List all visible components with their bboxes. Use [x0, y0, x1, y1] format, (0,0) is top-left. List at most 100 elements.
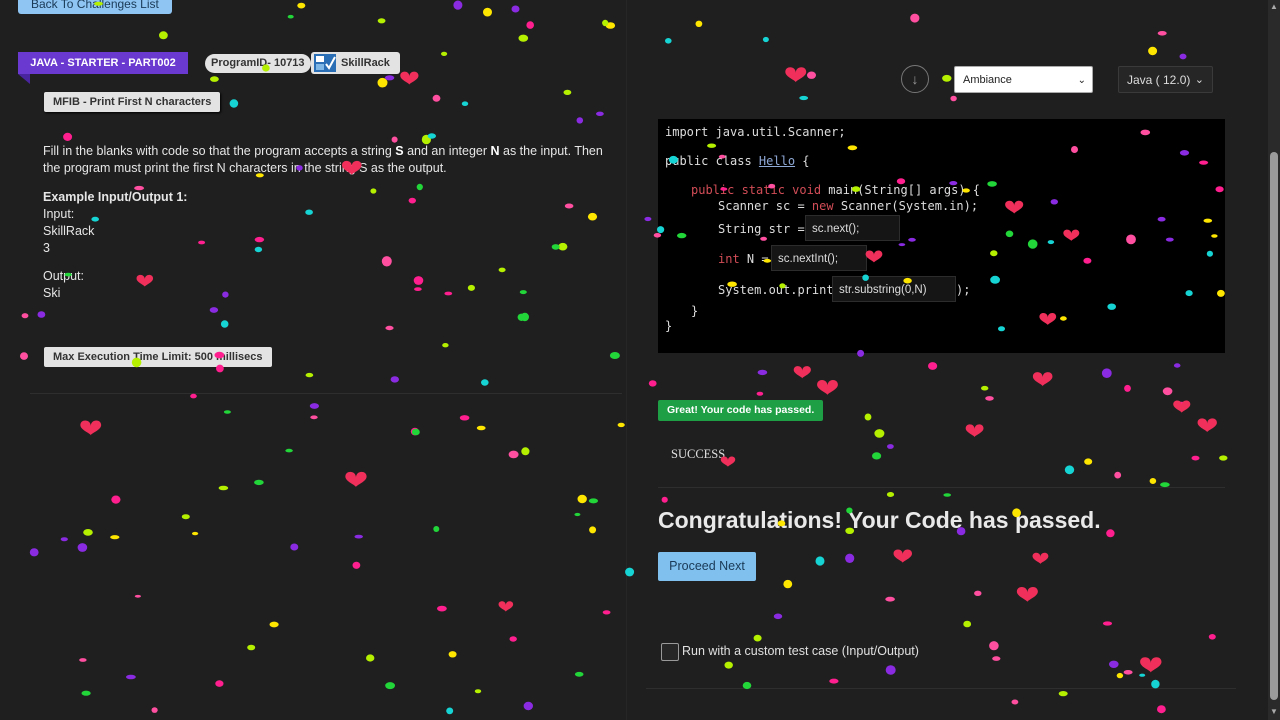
- confetti-dot: [310, 415, 318, 420]
- confetti-dot: [520, 312, 530, 322]
- confetti-dot: [1157, 31, 1167, 36]
- scroll-down-arrow-icon[interactable]: ▼: [1268, 707, 1280, 716]
- confetti-dot: [1148, 46, 1158, 56]
- confetti-dot: [521, 447, 530, 456]
- blank-input-1[interactable]: sc.next();: [805, 215, 900, 241]
- confetti-dot: [617, 422, 625, 428]
- track-ribbon: JAVA - STARTER - PART002: [18, 52, 188, 74]
- confetti-dot: [254, 479, 264, 486]
- confetti-dot: [247, 644, 256, 651]
- confetti-dot: [408, 197, 416, 204]
- confetti-dot: [1179, 53, 1187, 60]
- confetti-dot: [254, 246, 263, 253]
- confetti-dot: [943, 493, 951, 497]
- heart-icon: [1032, 372, 1053, 387]
- confetti-dot: [576, 117, 584, 124]
- custom-test-label[interactable]: Run with a custom test case (Input/Outpu…: [682, 644, 919, 658]
- confetti-dot: [83, 529, 93, 536]
- output-label: Output:: [43, 269, 84, 283]
- language-select[interactable]: Java ( 12.0) ⌄: [1118, 66, 1213, 93]
- confetti-dot: [1173, 363, 1181, 368]
- confetti-dot: [125, 674, 136, 680]
- confetti-dot: [992, 656, 1001, 661]
- heart-icon: [1140, 657, 1162, 673]
- confetti-dot: [885, 596, 895, 602]
- confetti-dot: [661, 496, 668, 503]
- confetti-dot: [370, 188, 377, 194]
- confetti-dot: [474, 689, 482, 694]
- confetti-dot: [518, 34, 529, 42]
- divider: [658, 487, 1225, 488]
- confetti-dot: [753, 634, 762, 642]
- confetti-dot: [845, 553, 855, 563]
- scrollbar-thumb[interactable]: [1270, 152, 1278, 700]
- code-line: Scanner sc = new Scanner(System.in);: [718, 199, 979, 213]
- confetti-dot: [111, 495, 121, 504]
- confetti-dot: [377, 77, 388, 88]
- heart-icon: [965, 424, 984, 438]
- confetti-dot: [29, 548, 39, 557]
- proceed-next-button[interactable]: Proceed Next: [658, 552, 756, 581]
- confetti-dot: [519, 290, 527, 295]
- confetti-dot: [385, 325, 394, 331]
- confetti-dot: [665, 38, 672, 44]
- confetti-dot: [648, 380, 657, 387]
- confetti-dot: [974, 590, 982, 596]
- custom-test-checkbox[interactable]: [661, 643, 679, 661]
- confetti-dot: [134, 594, 141, 598]
- code-line: );: [956, 283, 971, 297]
- confetti-dot: [1219, 455, 1228, 461]
- confetti-dot: [285, 448, 293, 453]
- problem-title: MFIB - Print First N characters: [44, 92, 221, 112]
- confetti-dot: [467, 284, 475, 291]
- confetti-dot: [352, 561, 361, 569]
- skillrack-brand[interactable]: SkillRack: [311, 52, 400, 74]
- confetti-dot: [1106, 529, 1115, 538]
- confetti-dot: [81, 690, 91, 696]
- confetti-dot: [20, 352, 28, 360]
- confetti-dot: [799, 95, 809, 101]
- confetti-dot: [602, 19, 609, 27]
- confetti-dot: [1162, 387, 1173, 396]
- confetti-dot: [928, 362, 938, 370]
- confetti-dot: [1123, 670, 1133, 675]
- confetti-dot: [37, 311, 46, 318]
- confetti-dot: [963, 620, 972, 628]
- confetti-dot: [695, 20, 703, 27]
- confetti-dot: [60, 537, 68, 542]
- confetti-dot: [453, 0, 463, 10]
- confetti-dot: [551, 244, 560, 250]
- code-line: }: [665, 319, 673, 333]
- arrow-down-circle-icon[interactable]: ↓: [901, 65, 929, 93]
- blank-input-2[interactable]: sc.nextInt();: [771, 245, 867, 271]
- confetti-dot: [498, 267, 506, 273]
- theme-select[interactable]: Ambiance ⌄: [954, 66, 1093, 93]
- confetti-dot: [981, 385, 989, 391]
- confetti-dot: [192, 531, 199, 536]
- confetti-dot: [558, 242, 568, 251]
- confetti-dot: [596, 111, 604, 117]
- confetti-dot: [63, 132, 73, 141]
- back-to-challenges-button[interactable]: Back To Challenges List: [18, 0, 172, 14]
- confetti-dot: [414, 287, 422, 291]
- heart-icon: [785, 67, 807, 83]
- confetti-dot: [1102, 621, 1113, 626]
- confetti-dot: [410, 427, 419, 436]
- confetti-dot: [377, 18, 386, 24]
- confetti-dot: [110, 535, 120, 540]
- blank-input-3[interactable]: str.substring(0,N): [832, 276, 956, 302]
- heart-icon: [80, 420, 102, 436]
- confetti-dot: [874, 429, 885, 438]
- heart-icon: [1197, 418, 1217, 433]
- confetti-dot: [223, 410, 231, 414]
- heart-icon: [893, 549, 912, 563]
- code-editor[interactable]: import java.util.Scanner; public class H…: [658, 119, 1225, 353]
- confetti-dot: [872, 452, 882, 460]
- confetti-dot: [305, 209, 313, 215]
- confetti-dot: [209, 307, 219, 313]
- scroll-up-arrow-icon[interactable]: ▲: [1268, 2, 1280, 11]
- code-line: import java.util.Scanner;: [665, 125, 846, 139]
- confetti-dot: [762, 36, 769, 43]
- confetti-dot: [427, 133, 436, 139]
- confetti-dot: [509, 636, 517, 642]
